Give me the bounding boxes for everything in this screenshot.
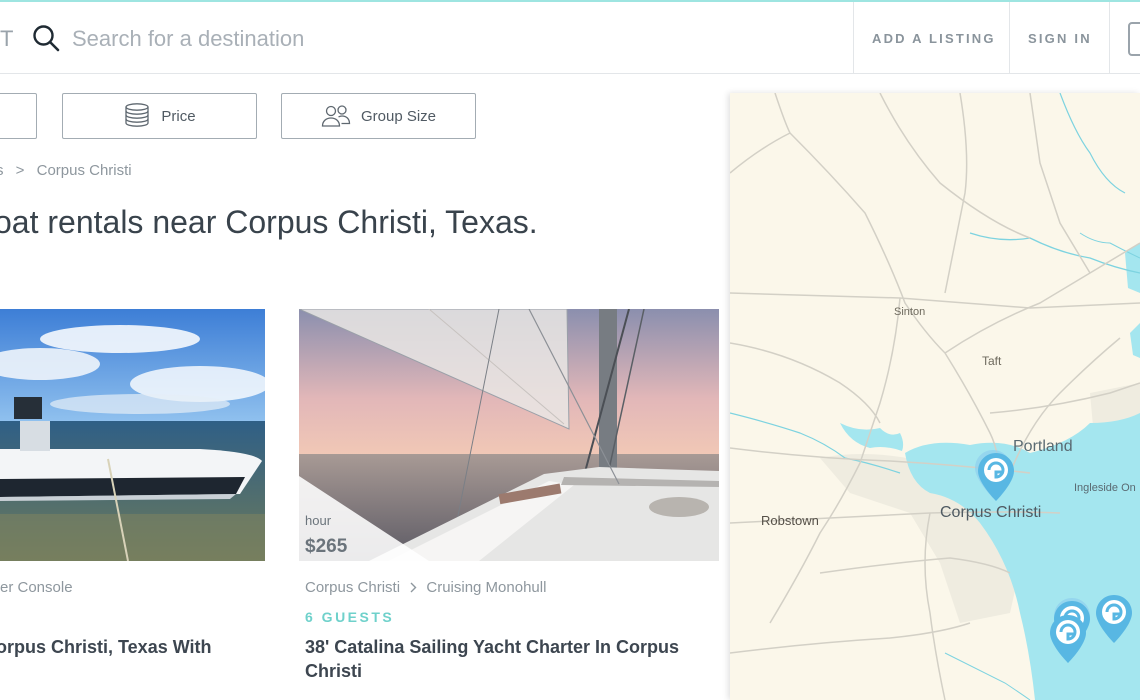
listing-category[interactable]: Cruising Monohull (426, 579, 546, 596)
search-input[interactable] (72, 24, 492, 54)
price-filter-button[interactable]: Price (62, 93, 257, 139)
nav-divider (1009, 2, 1010, 74)
search-icon (33, 25, 60, 52)
listing-photo[interactable] (0, 309, 265, 561)
page-title: oat rentals near Corpus Christi, Texas. (0, 204, 538, 240)
map-label-portland: Portland (1013, 438, 1073, 455)
chevron-right-icon (410, 582, 417, 593)
sign-in-link[interactable]: SIGN IN (1028, 31, 1092, 46)
nav-divider (853, 2, 854, 74)
price-filter-label: Price (161, 107, 196, 125)
map-label-sinton: Sinton (894, 306, 925, 318)
group-size-filter-label: Group Size (360, 107, 437, 125)
price-unit: hour (305, 513, 332, 528)
add-listing-link[interactable]: ADD A LISTING (872, 31, 996, 46)
listing-title-line1: 38' Catalina Sailing Yacht Charter In Co… (305, 637, 680, 657)
top-navigation-bar: T ADD A LISTING SIGN IN (0, 0, 1140, 74)
breadcrumb-current[interactable]: Corpus Christi (37, 162, 132, 179)
breadcrumb-separator: > (15, 162, 25, 179)
listing-title[interactable]: orpus Christi, Texas With (0, 635, 256, 659)
map-canvas[interactable]: Sinton Taft Portland Ingleside On Robsto… (730, 93, 1140, 700)
filter-button-partial[interactable] (0, 93, 37, 139)
listing-location[interactable]: Corpus Christi (305, 579, 400, 596)
price-value: $265 (305, 536, 348, 557)
listing-category: er Console (0, 579, 73, 596)
map-panel[interactable]: Sinton Taft Portland Ingleside On Robsto… (730, 93, 1140, 700)
listing-location-category: Corpus Christi Cruising Monohull (305, 579, 546, 596)
people-icon (321, 105, 351, 127)
breadcrumb: s > Corpus Christi (0, 162, 132, 179)
logo-fragment[interactable]: T (0, 26, 15, 52)
listing-title[interactable]: 38' Catalina Sailing Yacht Charter In Co… (305, 635, 705, 683)
map-label-robstown: Robstown (761, 513, 819, 528)
group-size-filter-button[interactable]: Group Size (281, 93, 476, 139)
nav-divider (1109, 2, 1110, 74)
listing-title-line2: Christi (305, 661, 363, 681)
coins-icon (125, 103, 150, 127)
center-console-boat-photo (0, 309, 265, 561)
map-label-corpus-christi: Corpus Christi (940, 504, 1041, 521)
map-label-taft: Taft (982, 354, 1002, 368)
map-label-ingleside: Ingleside On (1074, 482, 1136, 494)
guest-capacity-badge: 6 GUESTS (305, 609, 395, 625)
menu-button[interactable] (1128, 22, 1140, 56)
breadcrumb-item-partial[interactable]: s (0, 162, 4, 179)
listing-photo[interactable]: hour $265 (299, 309, 719, 561)
